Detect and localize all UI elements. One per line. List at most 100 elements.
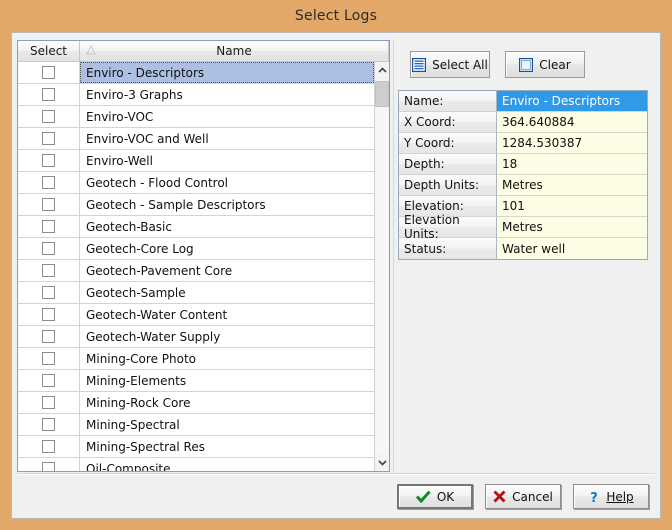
column-header-name[interactable]: Name	[80, 41, 389, 62]
row-checkbox[interactable]	[42, 462, 55, 471]
list-vertical-scrollbar[interactable]	[374, 62, 389, 471]
row-name-cell[interactable]: Enviro-Well	[80, 150, 374, 171]
table-row[interactable]: Enviro-3 Graphs	[18, 84, 374, 106]
row-select-cell[interactable]	[18, 62, 80, 83]
cancel-button[interactable]: Cancel	[485, 484, 561, 509]
scroll-down-button[interactable]	[375, 454, 389, 471]
row-name-cell[interactable]: Geotech - Sample Descriptors	[80, 194, 374, 215]
row-select-cell[interactable]	[18, 370, 80, 391]
property-row: Y Coord:1284.530387	[399, 133, 647, 154]
property-value[interactable]: Metres	[497, 217, 647, 238]
row-checkbox[interactable]	[42, 176, 55, 189]
table-row[interactable]: Geotech - Flood Control	[18, 172, 374, 194]
row-name-cell[interactable]: Mining-Rock Core	[80, 392, 374, 413]
property-value[interactable]: Enviro - Descriptors	[497, 91, 647, 112]
table-row[interactable]: Geotech-Sample	[18, 282, 374, 304]
select-all-button[interactable]: Select All	[410, 51, 490, 78]
row-select-cell[interactable]	[18, 194, 80, 215]
property-value[interactable]: Water well	[497, 238, 647, 259]
row-checkbox[interactable]	[42, 286, 55, 299]
row-name-cell[interactable]: Enviro-VOC	[80, 106, 374, 127]
row-select-cell[interactable]	[18, 282, 80, 303]
table-row[interactable]: Enviro - Descriptors	[18, 62, 374, 84]
table-row[interactable]: Geotech-Water Supply	[18, 326, 374, 348]
table-row[interactable]: Geotech-Basic	[18, 216, 374, 238]
property-value[interactable]: 364.640884	[497, 112, 647, 133]
row-name-cell[interactable]: Geotech-Sample	[80, 282, 374, 303]
row-select-cell[interactable]	[18, 150, 80, 171]
clear-button[interactable]: Clear	[505, 51, 585, 78]
row-select-cell[interactable]	[18, 326, 80, 347]
table-row[interactable]: Mining-Spectral Res	[18, 436, 374, 458]
title-bar: Select Logs	[0, 0, 672, 32]
row-checkbox[interactable]	[42, 132, 55, 145]
row-checkbox[interactable]	[42, 308, 55, 321]
row-select-cell[interactable]	[18, 304, 80, 325]
table-row[interactable]: Enviro-Well	[18, 150, 374, 172]
row-name-cell[interactable]: Geotech-Core Log	[80, 238, 374, 259]
row-checkbox[interactable]	[42, 66, 55, 79]
row-name-cell[interactable]: Mining-Spectral Res	[80, 436, 374, 457]
property-value[interactable]: 101	[497, 196, 647, 217]
row-checkbox[interactable]	[42, 220, 55, 233]
table-row[interactable]: Mining-Spectral	[18, 414, 374, 436]
row-checkbox[interactable]	[42, 110, 55, 123]
table-row[interactable]: Mining-Elements	[18, 370, 374, 392]
row-checkbox[interactable]	[42, 352, 55, 365]
row-name-cell[interactable]: Mining-Core Photo	[80, 348, 374, 369]
row-select-cell[interactable]	[18, 436, 80, 457]
row-select-cell[interactable]	[18, 172, 80, 193]
row-checkbox[interactable]	[42, 418, 55, 431]
property-value[interactable]: 18	[497, 154, 647, 175]
row-select-cell[interactable]	[18, 216, 80, 237]
row-checkbox[interactable]	[42, 154, 55, 167]
row-checkbox[interactable]	[42, 242, 55, 255]
row-name-cell[interactable]: Geotech-Water Content	[80, 304, 374, 325]
row-select-cell[interactable]	[18, 128, 80, 149]
row-name-cell[interactable]: Mining-Elements	[80, 370, 374, 391]
row-select-cell[interactable]	[18, 84, 80, 105]
row-checkbox[interactable]	[42, 330, 55, 343]
table-row[interactable]: Enviro-VOC	[18, 106, 374, 128]
row-name-cell[interactable]: Geotech-Basic	[80, 216, 374, 237]
table-row[interactable]: Geotech-Core Log	[18, 238, 374, 260]
ok-button[interactable]: OK	[397, 484, 473, 509]
table-row[interactable]: Mining-Rock Core	[18, 392, 374, 414]
row-checkbox[interactable]	[42, 198, 55, 211]
row-select-cell[interactable]	[18, 106, 80, 127]
list-rows-viewport[interactable]: Enviro - DescriptorsEnviro-3 GraphsEnvir…	[18, 62, 374, 471]
help-button[interactable]: ? Help	[573, 484, 649, 509]
column-header-select[interactable]: Select	[18, 41, 80, 62]
property-row: Depth:18	[399, 154, 647, 175]
table-row[interactable]: Geotech-Pavement Core	[18, 260, 374, 282]
scroll-up-button[interactable]	[375, 62, 389, 79]
column-header-select-label: Select	[30, 44, 67, 58]
row-name-cell[interactable]: Oil-Composite	[80, 458, 374, 471]
row-name-cell[interactable]: Geotech-Water Supply	[80, 326, 374, 347]
table-row[interactable]: Oil-Composite	[18, 458, 374, 471]
property-value[interactable]: Metres	[497, 175, 647, 196]
table-row[interactable]: Geotech - Sample Descriptors	[18, 194, 374, 216]
row-checkbox[interactable]	[42, 264, 55, 277]
table-row[interactable]: Enviro-VOC and Well	[18, 128, 374, 150]
row-checkbox[interactable]	[42, 374, 55, 387]
row-checkbox[interactable]	[42, 440, 55, 453]
row-select-cell[interactable]	[18, 458, 80, 471]
row-name-cell[interactable]: Enviro-VOC and Well	[80, 128, 374, 149]
row-select-cell[interactable]	[18, 260, 80, 281]
row-name-cell[interactable]: Enviro-3 Graphs	[80, 84, 374, 105]
property-value[interactable]: 1284.530387	[497, 133, 647, 154]
row-checkbox[interactable]	[42, 396, 55, 409]
row-select-cell[interactable]	[18, 392, 80, 413]
row-select-cell[interactable]	[18, 348, 80, 369]
row-name-cell[interactable]: Enviro - Descriptors	[80, 62, 374, 83]
row-select-cell[interactable]	[18, 238, 80, 259]
row-name-cell[interactable]: Mining-Spectral	[80, 414, 374, 435]
row-select-cell[interactable]	[18, 414, 80, 435]
table-row[interactable]: Mining-Core Photo	[18, 348, 374, 370]
row-name-cell[interactable]: Geotech - Flood Control	[80, 172, 374, 193]
scrollbar-thumb[interactable]	[375, 81, 389, 107]
row-checkbox[interactable]	[42, 88, 55, 101]
table-row[interactable]: Geotech-Water Content	[18, 304, 374, 326]
row-name-cell[interactable]: Geotech-Pavement Core	[80, 260, 374, 281]
